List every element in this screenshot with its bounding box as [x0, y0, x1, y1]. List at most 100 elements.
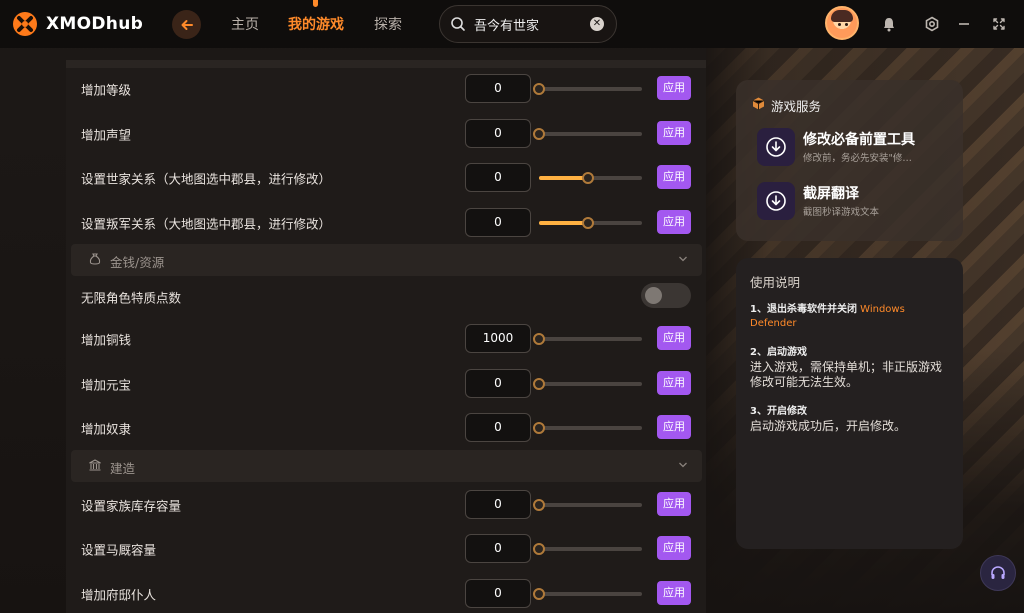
mod-row-toggle: 无限角色特质点数: [66, 274, 706, 319]
value-input[interactable]: 0: [465, 74, 531, 103]
service-desc: 截图秒译游戏文本: [803, 207, 880, 218]
service-name: 修改必备前置工具: [803, 132, 915, 148]
value-input[interactable]: 0: [465, 579, 531, 608]
value-input[interactable]: 0: [465, 369, 531, 398]
value-slider[interactable]: [533, 128, 642, 140]
fullscreen-icon[interactable]: [989, 14, 1009, 34]
avatar[interactable]: [825, 6, 859, 40]
mod-label: 设置马厩容量: [81, 542, 157, 557]
apply-button[interactable]: 应用: [657, 581, 691, 605]
top-bar: XMODhub 主页 我的游戏 探索 吾今有世家 ✕: [0, 0, 1024, 48]
chevron-down-icon: [679, 462, 687, 468]
value-input[interactable]: 0: [465, 490, 531, 519]
search-icon: [451, 17, 465, 31]
mod-label: 增加铜钱: [81, 332, 132, 347]
mod-label: 增加声望: [81, 127, 132, 142]
xmod-logo-icon: [13, 12, 37, 36]
value-input[interactable]: 0: [465, 413, 531, 442]
package-icon: [752, 97, 765, 110]
mod-label: 设置叛军关系（大地图选中郡县，进行修改）: [81, 216, 332, 231]
apply-button[interactable]: 应用: [657, 326, 691, 350]
value-input[interactable]: 1000: [465, 324, 531, 353]
apply-button[interactable]: 应用: [657, 210, 691, 234]
value-slider[interactable]: [533, 499, 642, 511]
section-header-money[interactable]: 金钱/资源: [71, 244, 702, 276]
mods-panel: 增加等级 0 应用 增加声望 0 应用 设置世家关系（大地图选中郡县，进行修改）…: [66, 60, 706, 613]
mod-row: 设置家族库存容量 0 应用: [66, 482, 706, 527]
nav-my-games[interactable]: 我的游戏: [288, 14, 344, 34]
nav-explore[interactable]: 探索: [374, 14, 402, 34]
building-icon: [89, 459, 101, 471]
chevron-down-icon: [679, 256, 687, 262]
mod-label: 增加奴隶: [81, 421, 132, 436]
apply-button[interactable]: 应用: [657, 165, 691, 189]
value-slider[interactable]: [533, 83, 642, 95]
mod-row: 设置世家关系（大地图选中郡县，进行修改） 0 应用: [66, 155, 706, 200]
value-slider[interactable]: [533, 422, 642, 434]
mod-row: 设置叛军关系（大地图选中郡县，进行修改） 0 应用: [66, 200, 706, 245]
guide-step-1: 1、退出杀毒软件并关闭 Windows Defender: [750, 303, 950, 331]
back-button[interactable]: [172, 10, 201, 39]
value-input[interactable]: 0: [465, 208, 531, 237]
usage-guide-panel: 使用说明 1、退出杀毒软件并关闭 Windows Defender 2、启动游戏…: [736, 258, 963, 549]
mod-label: 设置世家关系（大地图选中郡县，进行修改）: [81, 171, 332, 186]
guide-step-3: 3、开启修改 启动游戏成功后，开启修改。: [750, 405, 950, 434]
game-services-panel: 游戏服务 修改必备前置工具 修改前，务必先安装"修… 截屏翻译 截图秒译游戏文本: [736, 80, 963, 241]
apply-button[interactable]: 应用: [657, 536, 691, 560]
step-title: 2、启动游戏: [750, 347, 807, 358]
value-slider[interactable]: [539, 217, 642, 229]
settings-icon[interactable]: [922, 14, 942, 34]
section-title: 建造: [110, 461, 136, 476]
nav-home[interactable]: 主页: [231, 14, 259, 34]
customer-support-button[interactable]: [980, 555, 1016, 591]
mod-row: 增加等级 0 应用: [66, 66, 706, 111]
notification-icon[interactable]: [879, 14, 899, 34]
step-title: 3、开启修改: [750, 406, 807, 417]
step-body: 启动游戏成功后，开启修改。: [750, 419, 907, 433]
mod-row: 设置马厩容量 0 应用: [66, 526, 706, 571]
feature-toggle[interactable]: [641, 283, 691, 308]
mod-row: 增加元宝 0 应用: [66, 361, 706, 406]
value-input[interactable]: 0: [465, 163, 531, 192]
apply-button[interactable]: 应用: [657, 492, 691, 516]
mod-label: 增加府邸仆人: [81, 587, 157, 602]
guide-step-2: 2、启动游戏 进入游戏，需保持单机；非正版游戏修改可能无法生效。: [750, 346, 950, 390]
apply-button[interactable]: 应用: [657, 121, 691, 145]
service-desc: 修改前，务必先安装"修…: [803, 153, 912, 164]
section-header-build[interactable]: 建造: [71, 450, 702, 482]
value-input[interactable]: 0: [465, 119, 531, 148]
apply-button[interactable]: 应用: [657, 415, 691, 439]
brand-name: XMODhub: [46, 14, 144, 34]
value-slider[interactable]: [533, 543, 642, 555]
mod-row: 增加声望 0 应用: [66, 111, 706, 156]
mod-row: 增加府邸仆人 0 应用: [66, 571, 706, 613]
clear-search-icon[interactable]: ✕: [590, 17, 604, 31]
guide-title: 使用说明: [750, 275, 801, 290]
active-nav-indicator: [313, 0, 318, 7]
value-slider[interactable]: [533, 333, 642, 345]
value-input[interactable]: 0: [465, 534, 531, 563]
download-icon: [757, 128, 795, 166]
mod-label: 无限角色特质点数: [81, 290, 182, 305]
step-body: 进入游戏，需保持单机；非正版游戏修改可能无法生效。: [750, 360, 943, 389]
step-title: 1、退出杀毒软件并关闭: [750, 304, 857, 315]
headset-icon: [991, 566, 1005, 579]
value-slider[interactable]: [533, 378, 642, 390]
apply-button[interactable]: 应用: [657, 76, 691, 100]
apply-button[interactable]: 应用: [657, 371, 691, 395]
mod-label: 增加元宝: [81, 377, 132, 392]
mod-label: 增加等级: [81, 82, 132, 97]
service-item-prereq-tool[interactable]: 修改必备前置工具 修改前，务必先安装"修…: [757, 126, 957, 168]
value-slider[interactable]: [533, 588, 642, 600]
mod-label: 设置家族库存容量: [81, 498, 182, 513]
arrow-left-icon: [181, 19, 193, 30]
download-icon: [757, 182, 795, 220]
search-bar[interactable]: 吾今有世家 ✕: [439, 5, 617, 43]
service-item-screenshot-translate[interactable]: 截屏翻译 截图秒译游戏文本: [757, 180, 957, 222]
services-title: 游戏服务: [771, 99, 822, 114]
search-input[interactable]: 吾今有世家: [474, 15, 590, 34]
brand-logo[interactable]: XMODhub: [12, 11, 143, 37]
section-title: 金钱/资源: [110, 255, 165, 270]
minimize-icon[interactable]: [954, 14, 974, 34]
value-slider[interactable]: [539, 172, 642, 184]
